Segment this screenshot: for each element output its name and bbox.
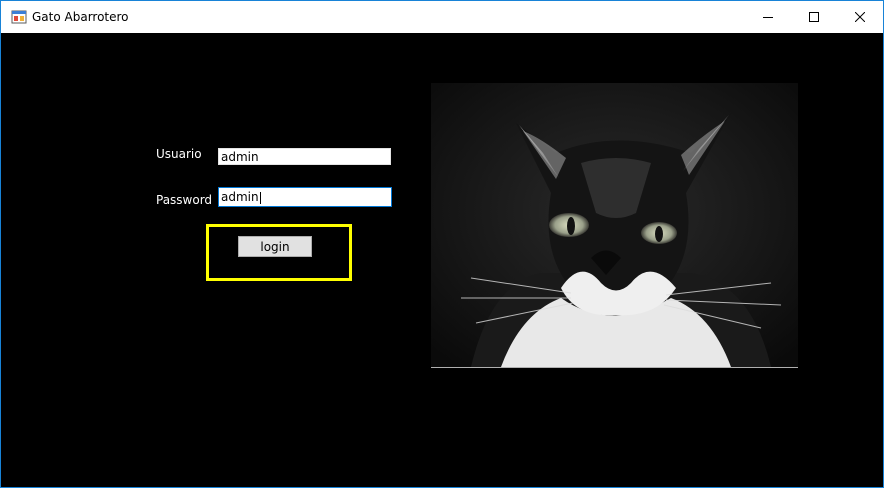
minimize-icon xyxy=(763,17,773,18)
minimize-button[interactable] xyxy=(745,1,791,33)
app-window: Gato Abarrotero Usuario admin Password a… xyxy=(0,0,884,488)
login-button[interactable]: login xyxy=(238,236,312,257)
password-label: Password xyxy=(156,193,213,207)
photo-bottom-border xyxy=(431,367,798,368)
login-form: Usuario admin Password admin login xyxy=(1,33,883,487)
username-input[interactable]: admin xyxy=(218,148,391,165)
password-value: admin xyxy=(221,190,259,204)
maximize-icon xyxy=(809,12,819,22)
password-input[interactable]: admin xyxy=(218,187,392,207)
window-title: Gato Abarrotero xyxy=(32,10,129,24)
username-label: Usuario xyxy=(156,147,202,161)
close-icon xyxy=(855,12,865,22)
text-caret xyxy=(259,191,261,204)
app-window-icon xyxy=(11,10,27,24)
cat-photo xyxy=(431,83,798,367)
username-value: admin xyxy=(221,150,259,164)
maximize-button[interactable] xyxy=(791,1,837,33)
close-button[interactable] xyxy=(837,1,883,33)
title-bar[interactable]: Gato Abarrotero xyxy=(1,1,883,33)
login-button-label: login xyxy=(260,239,290,254)
cat-image xyxy=(431,83,798,367)
